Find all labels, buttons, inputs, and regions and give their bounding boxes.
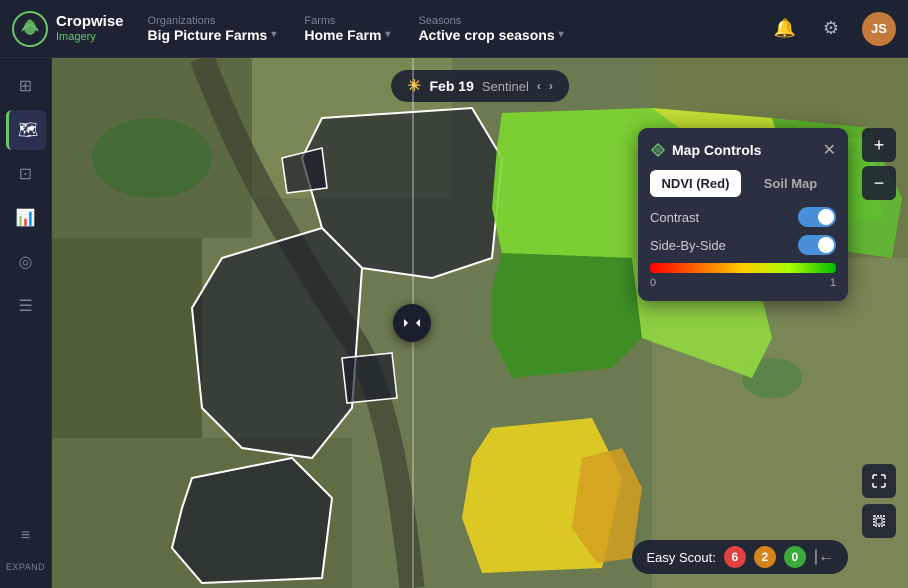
date-bar: ☀ Feb 19 Sentinel ‹ › <box>391 70 569 102</box>
cropwise-logo-icon <box>12 11 48 47</box>
season-label: Seasons <box>418 15 563 27</box>
settings-button[interactable]: ⚙ <box>816 14 846 44</box>
grid-icon: ⊞ <box>19 76 32 96</box>
map-controls-panel: Map Controls ✕ NDVI (Red) Soil Map Contr… <box>638 128 848 301</box>
org-label: Organizations <box>148 15 277 27</box>
ndvi-min-label: 0 <box>650 277 656 289</box>
layers-icon: ⊡ <box>19 164 32 184</box>
sidebar-item-menu[interactable]: ≡ <box>6 516 46 556</box>
easy-scout-bar: Easy Scout: 6 2 0 |← <box>632 540 848 574</box>
scout-badge-green[interactable]: 0 <box>784 546 806 568</box>
side-by-side-row: Side-By-Side <box>650 235 836 255</box>
logo-subtitle: Imagery <box>56 31 124 44</box>
tab-ndvi-red[interactable]: NDVI (Red) <box>650 170 741 197</box>
season-value[interactable]: Active crop seasons ▾ <box>418 27 563 43</box>
sun-icon: ☀ <box>407 76 421 96</box>
user-avatar[interactable]: JS <box>862 12 896 46</box>
fullscreen-icon <box>871 473 887 489</box>
map-action-buttons <box>862 464 896 538</box>
diamond-icon <box>650 142 666 158</box>
sidebar-bottom: ≡ EXPAND <box>0 516 51 580</box>
nav-right-actions: 🔔 ⚙ JS <box>770 12 896 46</box>
ndvi-gradient-bar <box>650 263 836 273</box>
zoom-out-button[interactable]: − <box>862 166 896 200</box>
season-chevron-icon: ▾ <box>559 29 564 40</box>
zoom-in-button[interactable]: + <box>862 128 896 162</box>
crop-icon <box>871 513 887 529</box>
zoom-controls: + − <box>862 128 896 200</box>
date-prev-button[interactable]: ‹ <box>537 79 541 93</box>
date-display: Feb 19 <box>430 78 474 94</box>
scout-badge-red[interactable]: 6 <box>724 546 746 568</box>
map-controls-close-button[interactable]: ✕ <box>823 140 836 160</box>
org-chevron-icon: ▾ <box>271 29 276 40</box>
scout-badge-orange[interactable]: 2 <box>754 546 776 568</box>
pin-icon: ◎ <box>19 252 33 272</box>
fullscreen-button[interactable] <box>862 464 896 498</box>
org-value[interactable]: Big Picture Farms ▾ <box>148 27 277 43</box>
farm-chevron-icon: ▾ <box>385 29 390 40</box>
notification-button[interactable]: 🔔 <box>770 14 800 44</box>
ndvi-labels: 0 1 <box>650 277 836 289</box>
main-layout: ⊞ 🗺 ⊡ 📊 ◎ ☰ ≡ EXPAND <box>0 58 908 588</box>
map-controls-tabs: NDVI (Red) Soil Map <box>650 170 836 197</box>
side-by-side-label: Side-By-Side <box>650 238 726 253</box>
farm-nav-item[interactable]: Farms Home Farm ▾ <box>304 15 390 43</box>
org-nav-item[interactable]: Organizations Big Picture Farms ▾ <box>148 15 277 43</box>
date-next-button[interactable]: › <box>549 79 553 93</box>
map-split-handle[interactable] <box>393 304 431 342</box>
contrast-row: Contrast <box>650 207 836 227</box>
easy-scout-label: Easy Scout: <box>646 550 715 565</box>
source-label: Sentinel <box>482 79 529 94</box>
sidebar: ⊞ 🗺 ⊡ 📊 ◎ ☰ ≡ EXPAND <box>0 58 52 588</box>
expand-label: EXPAND <box>6 562 45 572</box>
easy-scout-collapse-button[interactable]: |← <box>814 548 834 566</box>
contrast-toggle[interactable] <box>798 207 836 227</box>
sidebar-item-layers[interactable]: ⊡ <box>6 154 46 194</box>
side-by-side-toggle[interactable] <box>798 235 836 255</box>
crop-button[interactable] <box>862 504 896 538</box>
map-controls-title: Map Controls <box>650 142 761 158</box>
farm-label: Farms <box>304 15 390 27</box>
logo-area[interactable]: Cropwise Imagery <box>12 11 124 47</box>
hamburger-icon: ≡ <box>21 527 30 545</box>
contrast-label: Contrast <box>650 210 699 225</box>
sidebar-item-map[interactable]: 🗺 <box>6 110 46 150</box>
ndvi-max-label: 1 <box>830 277 836 289</box>
sidebar-item-chart[interactable]: 📊 <box>6 198 46 238</box>
sidebar-item-grid[interactable]: ⊞ <box>6 66 46 106</box>
map-controls-header: Map Controls ✕ <box>650 140 836 160</box>
chart-icon: 📊 <box>16 208 36 228</box>
top-navigation: Cropwise Imagery Organizations Big Pictu… <box>0 0 908 58</box>
report-icon: ☰ <box>18 296 32 316</box>
map-area[interactable]: ☀ Feb 19 Sentinel ‹ › Map Controls ✕ NDV… <box>52 58 908 588</box>
season-nav-item[interactable]: Seasons Active crop seasons ▾ <box>418 15 563 43</box>
sidebar-item-pin[interactable]: ◎ <box>6 242 46 282</box>
logo-text: Cropwise Imagery <box>56 13 124 44</box>
logo-name: Cropwise <box>56 13 124 31</box>
sidebar-item-report[interactable]: ☰ <box>6 286 46 326</box>
split-arrows-icon <box>402 313 422 333</box>
map-icon: 🗺 <box>18 120 38 140</box>
farm-value[interactable]: Home Farm ▾ <box>304 27 390 43</box>
tab-soil-map[interactable]: Soil Map <box>745 170 836 197</box>
